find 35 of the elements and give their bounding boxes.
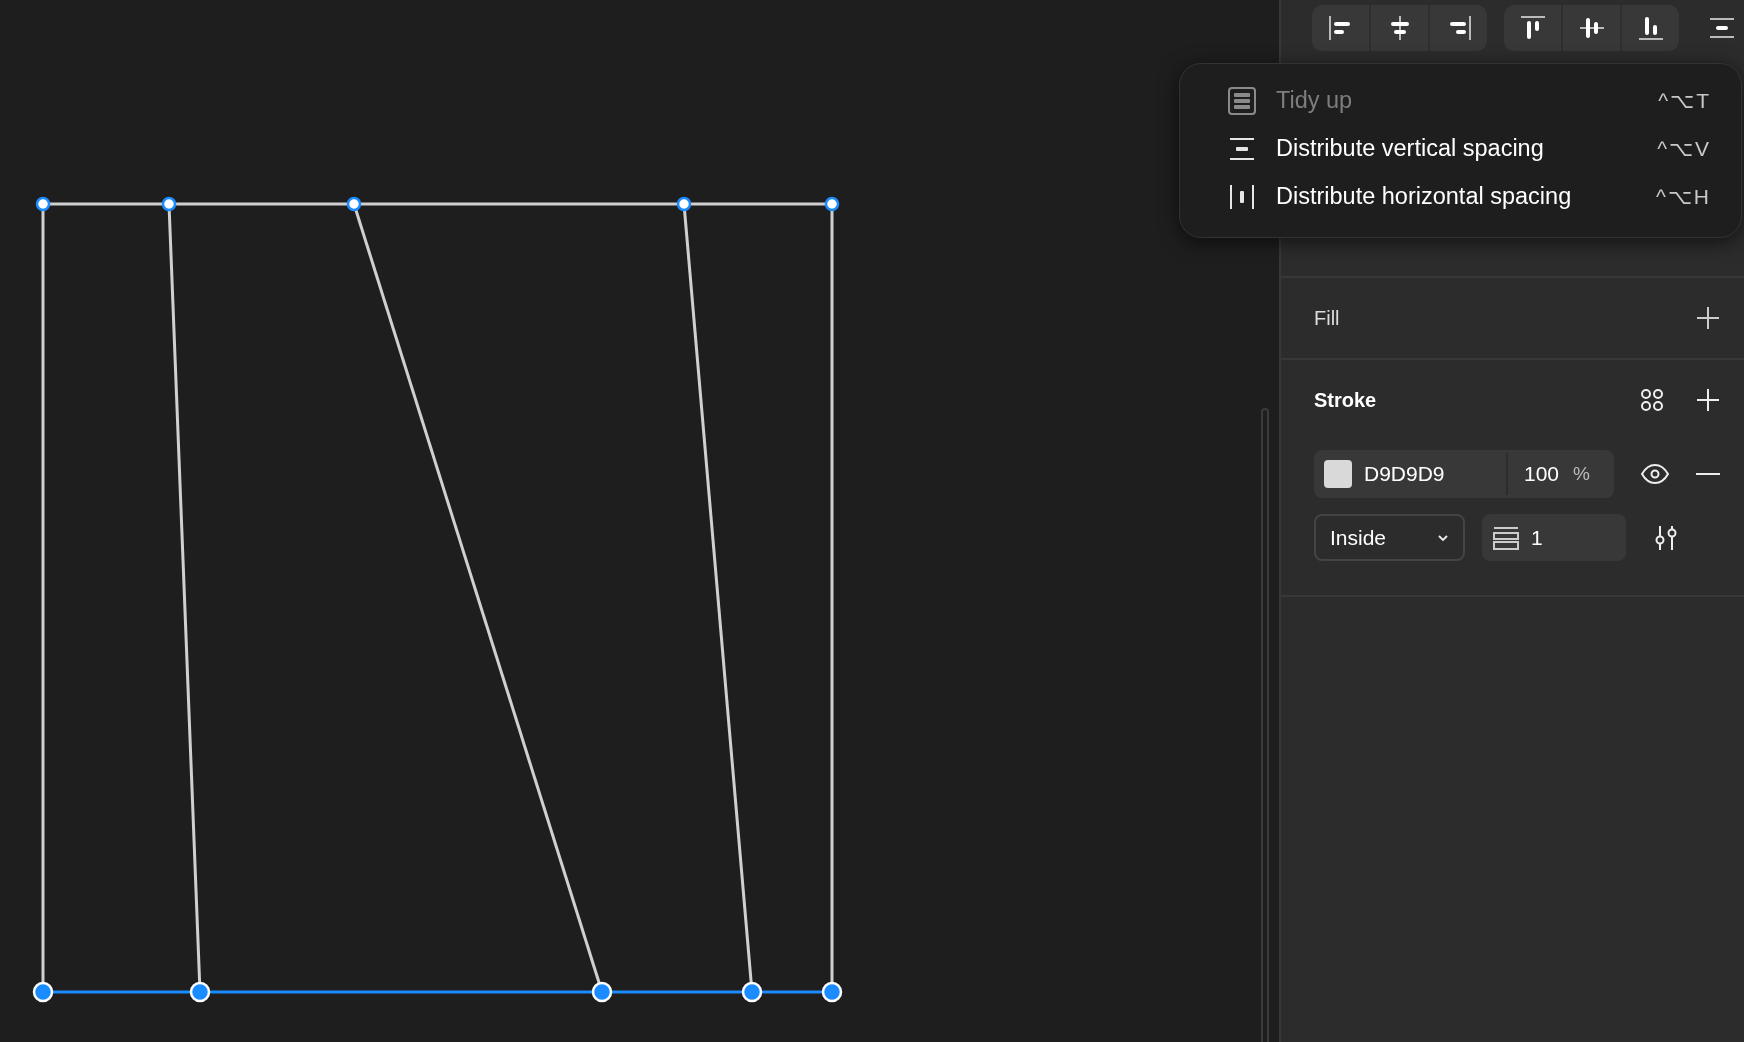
color-field[interactable]: D9D9D9 100 % bbox=[1314, 450, 1614, 498]
shortcut-text: ^⌥H bbox=[1655, 184, 1711, 211]
visibility-icon[interactable] bbox=[1640, 463, 1670, 485]
align-right-button[interactable] bbox=[1430, 5, 1487, 51]
align-middle-button[interactable] bbox=[1563, 5, 1620, 51]
percent-unit: % bbox=[1573, 461, 1590, 486]
distribute-vertical-icon bbox=[1228, 135, 1256, 163]
stroke-weight-icon bbox=[1493, 525, 1519, 550]
styles-icon[interactable] bbox=[1639, 387, 1665, 413]
hex-value: D9D9D9 bbox=[1364, 461, 1446, 488]
section-title: Fill bbox=[1314, 306, 1340, 331]
tidy-icon bbox=[1228, 87, 1256, 115]
align-top-button[interactable] bbox=[1504, 5, 1561, 51]
menu-item[interactable]: Distribute horizontal spacing ^⌥H bbox=[1180, 173, 1741, 221]
stroke-weight-field[interactable]: 1 bbox=[1482, 514, 1626, 561]
remove-icon[interactable] bbox=[1696, 472, 1720, 476]
vector-shape-drawing[interactable] bbox=[32, 196, 843, 1003]
chevron-icon bbox=[1437, 533, 1449, 542]
menu-item[interactable]: Distribute vertical spacing ^⌥V bbox=[1180, 125, 1741, 173]
opacity-value: 100 bbox=[1524, 461, 1560, 488]
align-bottom-button[interactable] bbox=[1622, 5, 1679, 51]
distribute-horizontal-icon bbox=[1228, 183, 1256, 211]
align-top-icon bbox=[1518, 14, 1547, 42]
section-title: Stroke bbox=[1314, 388, 1377, 413]
stroke-settings-icon[interactable] bbox=[1653, 524, 1679, 551]
align-bottom-icon bbox=[1636, 14, 1665, 42]
color-swatch[interactable] bbox=[1324, 460, 1352, 488]
add-icon[interactable] bbox=[1696, 306, 1720, 330]
align-left-button[interactable] bbox=[1312, 5, 1369, 51]
stroke-weight-value: 1 bbox=[1531, 524, 1543, 551]
shortcut-text: ^⌥T bbox=[1658, 88, 1711, 115]
align-center-button[interactable] bbox=[1371, 5, 1428, 51]
shortcut-text: ^⌥V bbox=[1657, 136, 1711, 163]
stroke-position-dropdown[interactable]: Inside bbox=[1314, 514, 1465, 561]
scrollbar[interactable] bbox=[1261, 408, 1269, 1042]
